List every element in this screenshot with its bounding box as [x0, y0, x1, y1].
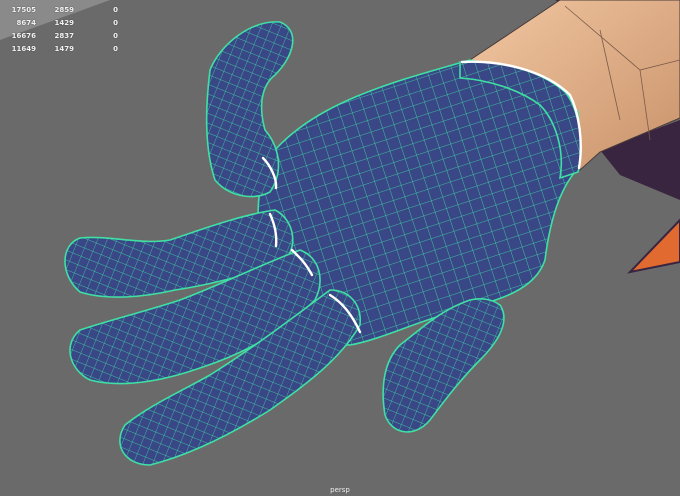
poly-count-hud: 17505 2859 0 8674 1429 0 16676 2837 0 11… — [0, 0, 130, 58]
hud-value: 2859 — [54, 6, 74, 14]
hud-value: 17505 — [11, 6, 36, 14]
hud-value: 0 — [113, 6, 118, 14]
hud-value: 0 — [113, 19, 118, 27]
hud-value: 0 — [113, 45, 118, 53]
hud-value: 8674 — [16, 19, 36, 27]
viewport-scene[interactable] — [0, 0, 680, 496]
hud-value: 16676 — [11, 32, 36, 40]
hud-value: 1429 — [54, 19, 74, 27]
hand-mesh — [64, 21, 582, 466]
hud-value: 11649 — [11, 45, 36, 53]
camera-name-label: persp — [330, 486, 350, 494]
hud-value: 2837 — [54, 32, 74, 40]
hud-value: 1479 — [54, 45, 74, 53]
3d-viewport[interactable]: 17505 2859 0 8674 1429 0 16676 2837 0 11… — [0, 0, 680, 496]
hud-value: 0 — [113, 32, 118, 40]
